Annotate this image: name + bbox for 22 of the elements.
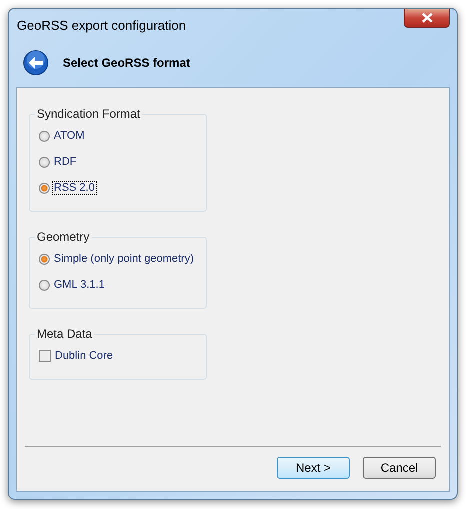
radio-button[interactable]: [39, 182, 50, 194]
radio-button[interactable]: [39, 254, 50, 264]
radio-button[interactable]: [39, 280, 50, 290]
page-heading: Select GeoRSS format: [63, 56, 190, 70]
option-label[interactable]: Dublin Core: [54, 350, 114, 362]
radio-button[interactable]: [39, 156, 50, 168]
option-label[interactable]: ATOM: [53, 130, 86, 142]
window-title: GeoRSS export configuration: [17, 18, 186, 33]
checkbox[interactable]: [39, 350, 51, 362]
group-title: Syndication Format: [36, 107, 142, 121]
next-button[interactable]: Next >: [277, 457, 350, 479]
group-title: Meta Data: [36, 327, 94, 341]
cancel-button[interactable]: Cancel: [363, 457, 436, 479]
option-label[interactable]: RDF: [53, 156, 78, 168]
radio-button[interactable]: [39, 130, 50, 142]
close-icon: [422, 13, 432, 23]
option-label[interactable]: GML 3.1.1: [53, 279, 106, 291]
option-label[interactable]: Simple (only point geometry): [53, 253, 196, 265]
close-button[interactable]: [404, 9, 450, 28]
option-label[interactable]: RSS 2.0: [53, 182, 96, 194]
group-title: Geometry: [36, 230, 91, 244]
back-button[interactable]: [23, 50, 49, 76]
